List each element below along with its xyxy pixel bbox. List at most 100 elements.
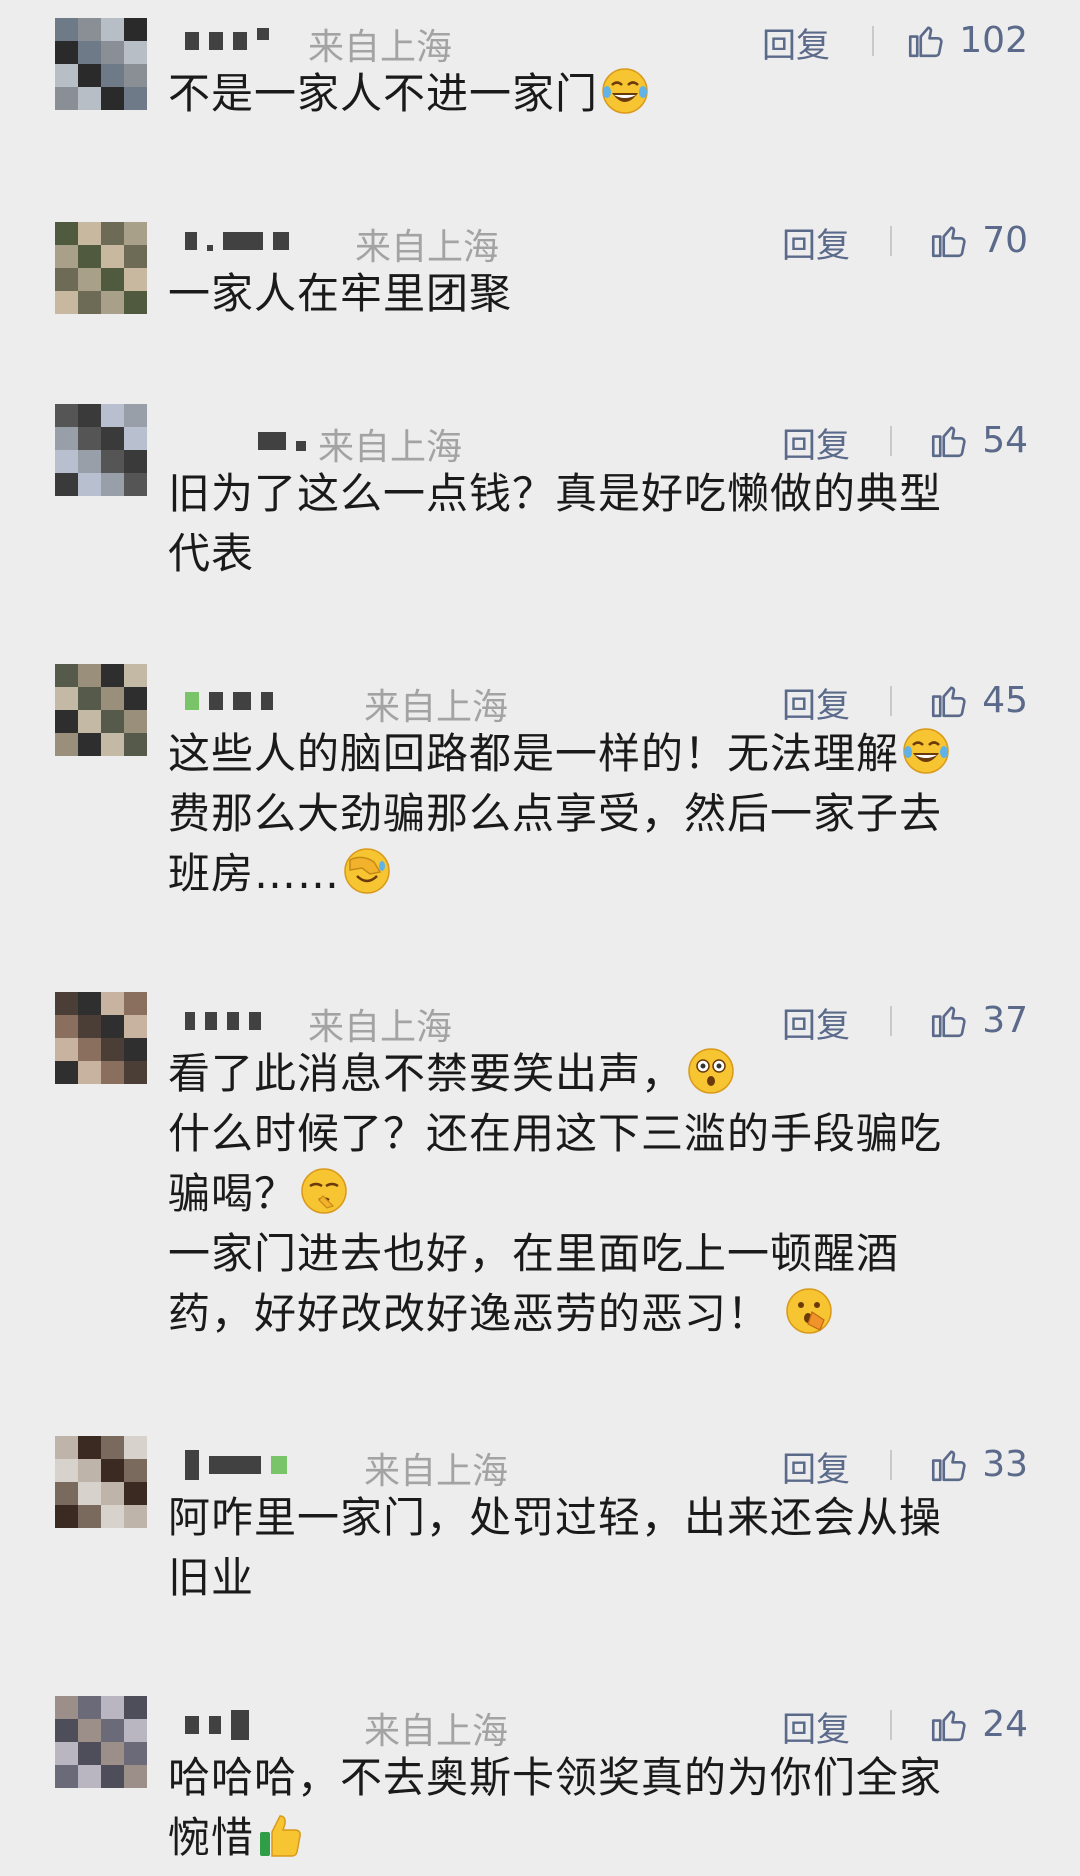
avatar-pixel bbox=[124, 18, 147, 41]
avatar-pixel bbox=[78, 664, 101, 687]
comment-line: 一家门进去也好，在里面吃上一顿醒酒 bbox=[168, 1229, 900, 1278]
avatar-pixel bbox=[101, 473, 124, 496]
avatar-pixel bbox=[78, 64, 101, 87]
avatar-pixel bbox=[124, 268, 147, 291]
avatar-pixel bbox=[124, 1015, 147, 1038]
comment-line: 药，好好改改好逸恶劳的恶习！ bbox=[168, 1289, 771, 1338]
avatar-pixel bbox=[101, 64, 124, 87]
like-button[interactable]: 24 bbox=[928, 1700, 1028, 1748]
divider bbox=[872, 26, 874, 56]
avatar-pixel bbox=[55, 1038, 78, 1061]
avatar-pixel bbox=[101, 427, 124, 450]
like-button[interactable]: 45 bbox=[928, 676, 1028, 724]
avatar-pixel bbox=[78, 1742, 101, 1765]
avatar-pixel bbox=[55, 427, 78, 450]
smirk-emoji bbox=[299, 1166, 349, 1216]
reply-button[interactable]: 回复 bbox=[782, 218, 850, 267]
reply-button[interactable]: 回复 bbox=[762, 18, 830, 67]
avatar[interactable] bbox=[55, 222, 147, 314]
shocked-emoji bbox=[686, 1046, 736, 1096]
comment-line: 什么时候了？还在用这下三滥的手段骗吃 bbox=[168, 1109, 943, 1158]
comment-text: 不是一家人不进一家门 bbox=[168, 64, 1028, 124]
username-blurred[interactable] bbox=[185, 228, 289, 254]
comment-line: 阿咋里一家门，处罚过轻，出来还会从操 bbox=[168, 1493, 943, 1542]
reply-button[interactable]: 回复 bbox=[782, 1442, 850, 1491]
avatar-pixel bbox=[124, 291, 147, 314]
avatar-pixel bbox=[78, 268, 101, 291]
avatar-pixel bbox=[101, 222, 124, 245]
like-button[interactable]: 102 bbox=[905, 16, 1028, 64]
avatar[interactable] bbox=[55, 1696, 147, 1788]
avatar[interactable] bbox=[55, 664, 147, 756]
avatar[interactable] bbox=[55, 404, 147, 496]
reply-button[interactable]: 回复 bbox=[782, 418, 850, 467]
avatar-pixel bbox=[55, 1459, 78, 1482]
avatar-pixel bbox=[55, 1742, 78, 1765]
like-button[interactable]: 37 bbox=[928, 996, 1028, 1044]
avatar-pixel bbox=[78, 245, 101, 268]
avatar-pixel bbox=[101, 710, 124, 733]
avatar-pixel bbox=[101, 733, 124, 756]
username-blurred[interactable] bbox=[258, 428, 306, 454]
avatar-pixel bbox=[55, 1436, 78, 1459]
like-button[interactable]: 33 bbox=[928, 1440, 1028, 1488]
avatar-pixel bbox=[124, 1482, 147, 1505]
avatar-pixel bbox=[78, 1505, 101, 1528]
avatar[interactable] bbox=[55, 1436, 147, 1528]
like-button[interactable]: 54 bbox=[928, 416, 1028, 464]
avatar-pixel bbox=[101, 687, 124, 710]
reply-button[interactable]: 回复 bbox=[782, 1702, 850, 1751]
avatar-pixel bbox=[55, 404, 78, 427]
location-label: 来自上海 bbox=[364, 1451, 509, 1492]
reply-button[interactable]: 回复 bbox=[782, 678, 850, 727]
comment-text: 这些人的脑回路都是一样的！无法理解 费那么大劲骗那么点享受，然后一家子去 班房…… bbox=[168, 724, 1028, 904]
divider bbox=[890, 426, 892, 456]
avatar-pixel bbox=[78, 41, 101, 64]
avatar-pixel bbox=[101, 1459, 124, 1482]
comment-line: 哈哈哈，不去奥斯卡领奖真的为你们全家 bbox=[168, 1753, 943, 1802]
avatar-pixel bbox=[101, 41, 124, 64]
avatar[interactable] bbox=[55, 992, 147, 1084]
like-button[interactable]: 70 bbox=[928, 216, 1028, 264]
username-blurred[interactable] bbox=[185, 1008, 261, 1034]
thumbs-up-emoji bbox=[256, 1810, 306, 1860]
reply-button[interactable]: 回复 bbox=[782, 998, 850, 1047]
avatar-pixel bbox=[55, 41, 78, 64]
avatar-pixel bbox=[78, 427, 101, 450]
thumbs-up-icon bbox=[909, 26, 943, 58]
avatar-pixel bbox=[101, 1436, 124, 1459]
avatar-pixel bbox=[78, 404, 101, 427]
like-count: 102 bbox=[959, 19, 1028, 61]
avatar-pixel bbox=[55, 64, 78, 87]
avatar-pixel bbox=[101, 450, 124, 473]
like-count: 24 bbox=[982, 1703, 1028, 1745]
username-blurred[interactable] bbox=[185, 1710, 249, 1740]
avatar-pixel bbox=[124, 1061, 147, 1084]
avatar-pixel bbox=[124, 41, 147, 64]
avatar-pixel bbox=[101, 1696, 124, 1719]
avatar-pixel bbox=[101, 1482, 124, 1505]
thumbs-up-icon bbox=[932, 426, 966, 458]
username-blurred[interactable] bbox=[185, 688, 273, 714]
username-blurred[interactable] bbox=[185, 28, 269, 54]
thumbs-up-icon bbox=[932, 1006, 966, 1038]
avatar-pixel bbox=[124, 404, 147, 427]
comment-text: 看了此消息不禁要笑出声， 什么时候了？还在用这下三滥的手段骗吃 骗喝？ 一家门进… bbox=[168, 1044, 1028, 1344]
laughing-tears-emoji bbox=[600, 66, 650, 116]
avatar-pixel bbox=[78, 1482, 101, 1505]
comment-line: 费那么大劲骗那么点享受，然后一家子去 bbox=[168, 789, 943, 838]
avatar-pixel bbox=[55, 710, 78, 733]
username-blurred[interactable] bbox=[185, 1450, 287, 1480]
thumbs-up-icon bbox=[932, 1450, 966, 1482]
comment-line: 不是一家人不进一家门 bbox=[168, 69, 599, 118]
divider bbox=[890, 686, 892, 716]
comment-text: 哈哈哈，不去奥斯卡领奖真的为你们全家 惋惜 bbox=[168, 1748, 1028, 1868]
avatar-pixel bbox=[78, 710, 101, 733]
location-label: 来自上海 bbox=[308, 27, 453, 68]
thumbs-up-icon bbox=[932, 686, 966, 718]
avatar-pixel bbox=[78, 1015, 101, 1038]
avatar-pixel bbox=[78, 473, 101, 496]
avatar[interactable] bbox=[55, 18, 147, 110]
avatar-pixel bbox=[55, 291, 78, 314]
avatar-pixel bbox=[55, 1482, 78, 1505]
